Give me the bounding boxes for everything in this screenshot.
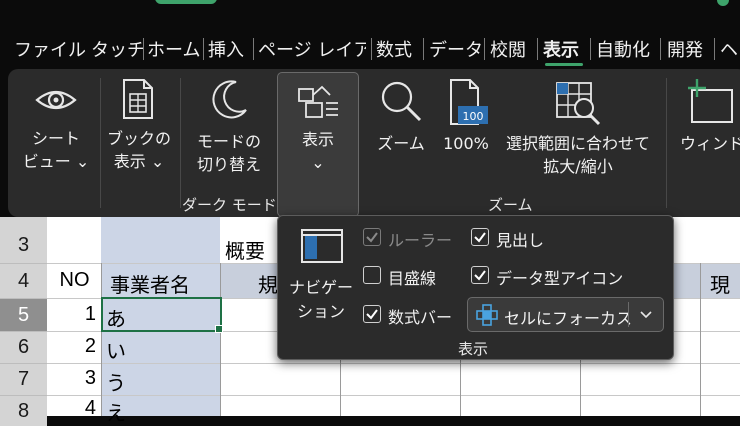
tab-data[interactable]: データ [429, 36, 483, 62]
focus-cell-button[interactable]: セルにフォーカス [468, 298, 632, 331]
cell-no[interactable]: 3 [52, 367, 96, 390]
show-options-popup: ナビゲー ション ルーラー 見出し 目盛線 データ型アイコン 数式バー セルにフ… [277, 215, 674, 360]
mode-switch-label-1: モードの [196, 132, 261, 151]
active-tab-indicator [545, 63, 583, 66]
sheet-view-button[interactable]: シート ビュー ⌄ [18, 72, 94, 202]
headings-label: 見出し [496, 231, 545, 250]
navigation-label-2: ション [296, 302, 345, 321]
window-label: ウィンドウ [680, 134, 740, 153]
dark-mode-toggle-button[interactable]: モードの 切り替え [188, 72, 270, 182]
show-chevron: ⌄ [311, 153, 325, 172]
data-type-icons-label: データ型アイコン [496, 269, 624, 288]
cell-header-no[interactable]: NO [52, 269, 97, 292]
focus-cell-split-button: セルにフォーカス [467, 297, 664, 332]
focus-cell-icon [476, 304, 498, 326]
row-header-5[interactable]: 5 [0, 299, 47, 332]
ribbon-tab-bar: ファイル タッチ ホーム 挿入 ページ レイアウ 数式 データ 校閲 表示 自動… [0, 0, 740, 66]
cell-name[interactable]: え [106, 397, 126, 426]
tab-help[interactable]: ヘ [720, 36, 738, 62]
ruler-label: ルーラー [388, 231, 453, 250]
chevron-down-icon [640, 311, 652, 319]
tab-review[interactable]: 校閲 [490, 36, 526, 62]
cell-header-name[interactable]: 事業者名 [110, 269, 190, 298]
sheet-view-label-2: ビュー ⌄ [22, 152, 90, 171]
status-indicator [155, 0, 217, 4]
cell-no[interactable]: 2 [52, 335, 96, 358]
group-label-dark-mode: ダーク モード [182, 196, 277, 214]
tab-file[interactable]: ファイル [14, 36, 86, 62]
tab-view[interactable]: 表示 [543, 36, 579, 62]
navigation-label-1: ナビゲー [288, 278, 353, 297]
cell-name[interactable]: い [106, 335, 126, 364]
workbook-view-label-2: 表示 ⌄ [113, 152, 165, 171]
focus-cell-label: セルにフォーカス [504, 309, 633, 328]
tab-automate[interactable]: 自動化 [596, 36, 650, 62]
checkmark-icon [474, 270, 486, 281]
sheet-view-label-1: シート [31, 129, 80, 148]
zoom-100-label: 100% [443, 134, 489, 153]
window-button[interactable]: ウィンドウ [676, 72, 740, 182]
fill-handle[interactable] [215, 325, 223, 333]
tab-home[interactable]: ホーム [147, 36, 200, 62]
data-type-icons-checkbox[interactable] [471, 266, 489, 284]
document-icon [123, 79, 153, 119]
cell-no[interactable]: 4 [52, 397, 96, 420]
window-control[interactable] [717, 0, 729, 6]
gridlines-checkbox[interactable] [363, 266, 381, 284]
workbook-view-label-1: ブックの [106, 129, 171, 148]
formula-bar-checkbox[interactable] [363, 305, 381, 323]
formula-bar-label: 数式バー [388, 308, 453, 327]
popup-group-label: 表示 [458, 340, 489, 358]
show-button[interactable]: 表示 ⌄ [277, 72, 359, 217]
active-cell-border [101, 297, 222, 332]
magnifier-icon [381, 81, 422, 122]
tab-page-layout[interactable]: ページ レイアウ [258, 36, 366, 62]
zoom-to-selection-button[interactable]: 選択範囲に合わせて 拡大/縮小 [500, 72, 656, 182]
checkmark-icon [366, 232, 378, 243]
tab-formulas[interactable]: 数式 [376, 36, 412, 62]
cell-header-reg[interactable]: 規 [258, 269, 278, 298]
ruler-checkbox[interactable] [363, 228, 381, 246]
cell-no[interactable]: 1 [52, 303, 96, 326]
tab-insert[interactable]: 挿入 [208, 36, 244, 62]
cell-overview-title[interactable]: 概要 [225, 235, 265, 264]
gridlines-label: 目盛線 [388, 269, 437, 288]
zoom-selection-icon [556, 82, 601, 126]
zoom-100-button[interactable]: 100 100% [436, 72, 496, 182]
eye-icon [35, 90, 77, 110]
checkmark-icon [366, 309, 378, 320]
show-label: 表示 [301, 130, 334, 149]
zoom-selection-label-2: 拡大/縮小 [543, 157, 613, 176]
zoom-button[interactable]: ズーム [372, 72, 430, 182]
zoom-100-badge: 100 [462, 110, 484, 123]
navigation-pane-icon [301, 229, 343, 263]
zoom-selection-label-1: 選択範囲に合わせて [505, 134, 650, 153]
moon-icon [212, 80, 247, 119]
mode-switch-label-2: 切り替え [196, 155, 261, 174]
row-header-8[interactable]: 8 [0, 396, 47, 426]
tab-developer[interactable]: 開発 [667, 36, 703, 62]
cell-name[interactable]: う [106, 367, 126, 396]
workbook-view-button[interactable]: ブックの 表示 ⌄ [104, 72, 174, 202]
row-header-7[interactable]: 7 [0, 364, 47, 396]
navigation-button[interactable]: ナビゲー ション [284, 224, 358, 324]
group-label-zoom: ズーム [488, 196, 533, 214]
row-header-3[interactable]: 3 [0, 217, 47, 264]
cell-header-current[interactable]: 現 [710, 269, 730, 298]
zoom-label: ズーム [377, 134, 425, 153]
headings-checkbox[interactable] [471, 228, 489, 246]
checkmark-icon [474, 232, 486, 243]
row-header-6[interactable]: 6 [0, 332, 47, 364]
row-header-4[interactable]: 4 [0, 264, 47, 299]
tab-touch[interactable]: タッチ [91, 36, 145, 62]
new-window-icon [688, 79, 733, 123]
focus-cell-dropdown[interactable] [629, 298, 663, 331]
show-options-icon [298, 85, 338, 118]
